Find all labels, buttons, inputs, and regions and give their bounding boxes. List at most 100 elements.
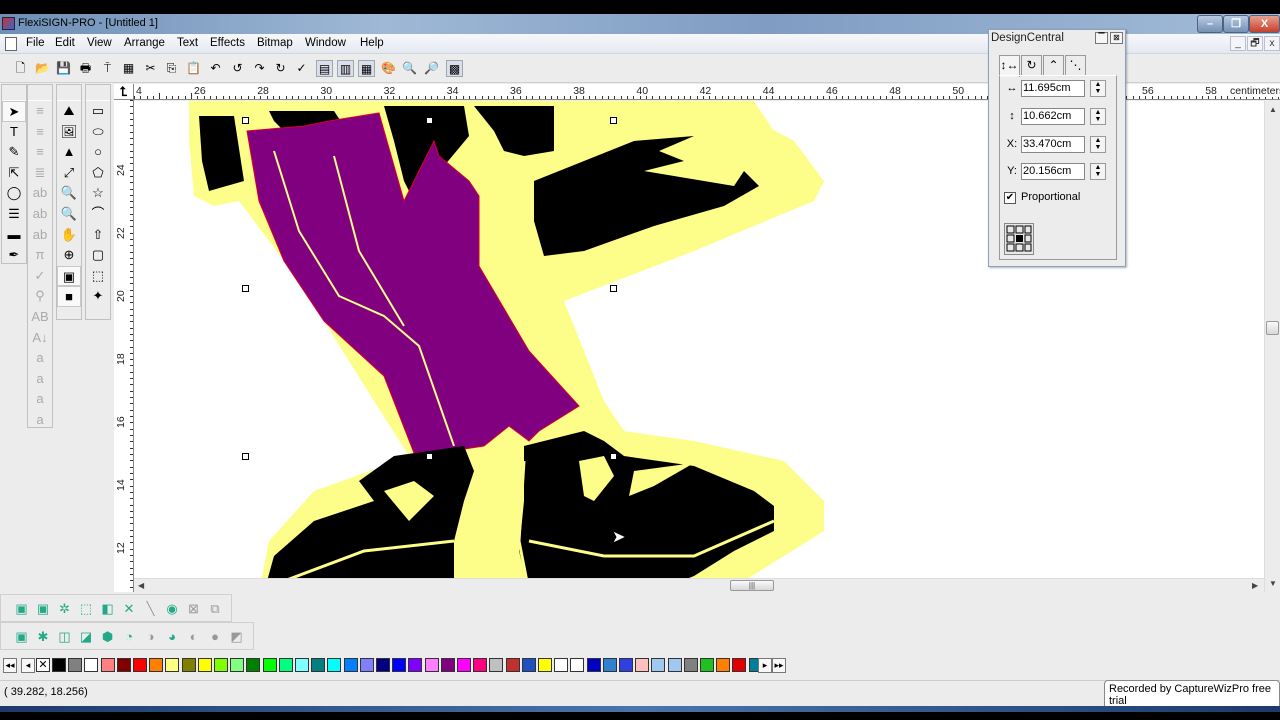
rip-print-icon[interactable]: ▦ (120, 60, 137, 77)
split-icon[interactable]: ◐ (185, 628, 202, 645)
spell-check-icon[interactable]: ✓ (293, 60, 310, 77)
overlap-icon[interactable]: ● (207, 628, 224, 645)
swatch-special[interactable] (667, 658, 682, 672)
swatch-color[interactable] (68, 658, 83, 672)
width-field[interactable]: 11.695cm (1021, 80, 1085, 97)
kerning-icon[interactable]: ab (28, 183, 52, 204)
polygon-icon[interactable]: ⬠ (86, 163, 110, 184)
swatch-special[interactable] (521, 658, 536, 672)
swatch-color[interactable] (457, 658, 471, 672)
palette-last-button[interactable]: ▸▸ (772, 658, 786, 673)
ellipse-icon[interactable]: ⬭ (86, 122, 110, 143)
text-ab-icon[interactable]: AB (28, 307, 52, 328)
menu-window[interactable]: Window (305, 37, 346, 49)
swatch-color[interactable] (262, 658, 277, 672)
maximize-button[interactable]: ❐ (1223, 15, 1249, 33)
circle-icon[interactable]: ○ (86, 142, 110, 163)
swatch-color[interactable] (473, 658, 488, 672)
ruler-origin-button[interactable]: ⮤ (114, 84, 134, 100)
align-left-icon[interactable]: ≡ (28, 101, 52, 122)
bitmap-small-icon[interactable]: ▲ (57, 142, 81, 163)
menu-effects[interactable]: Effects (210, 37, 245, 49)
text-spacing-icon[interactable]: ab (28, 225, 52, 246)
text-wrap-icon[interactable]: ab (28, 204, 52, 225)
scroll-up-arrow-icon[interactable]: ▲ (1269, 105, 1277, 114)
proportional-checkbox[interactable]: ✔ (1004, 192, 1016, 204)
menu-bitmap[interactable]: Bitmap (257, 37, 293, 49)
eyedropper-icon[interactable]: ✒ (2, 245, 26, 266)
exclude-icon[interactable]: ◪ (78, 628, 95, 645)
text-fx2-icon[interactable]: a (28, 369, 52, 390)
paste-icon[interactable]: 📋 (185, 60, 202, 77)
rounded-rect-icon[interactable]: ▢ (86, 245, 110, 266)
extrude-3d-icon[interactable]: ⬚ (78, 600, 95, 617)
scroll-down-arrow-icon[interactable]: ▼ (1269, 579, 1277, 588)
swatch-color[interactable] (424, 658, 439, 672)
undo-list-icon[interactable]: ↺ (229, 60, 246, 77)
menu-view[interactable]: View (87, 37, 112, 49)
selection-handle-s[interactable] (426, 453, 433, 460)
cut-icon[interactable]: ✂ (142, 60, 159, 77)
envelope-icon[interactable]: ⊠ (185, 600, 202, 617)
height-field[interactable]: 10.662cm (1021, 108, 1085, 125)
palette-prev-button[interactable]: ◂ (21, 658, 35, 673)
text-vertical-icon[interactable]: A↓ (28, 328, 52, 349)
swatch-color[interactable] (327, 658, 342, 672)
fill-stroke-icon[interactable]: ☰ (2, 204, 26, 225)
swatch-color[interactable] (100, 658, 115, 672)
front-minus-back-icon[interactable]: ◑ (142, 628, 159, 645)
horizontal-scroll-thumb[interactable]: ||| (730, 580, 774, 591)
tab-line[interactable]: ⋱ (1065, 55, 1086, 75)
zoom-tool-icon[interactable]: 🔎 (423, 60, 440, 77)
distort-icon[interactable]: ✕ (121, 600, 138, 617)
color-adjust-icon[interactable]: ▣ (57, 265, 81, 287)
arc-icon[interactable]: ⌒ (86, 204, 110, 225)
doc-restore-button[interactable]: 🗗 (1247, 36, 1263, 51)
pan-hand-icon[interactable]: ✋ (57, 225, 81, 246)
swatch-special[interactable] (700, 658, 714, 672)
swatch-special[interactable] (619, 658, 633, 672)
col4-grip[interactable] (86, 85, 110, 101)
redo-list-icon[interactable]: ↻ (272, 60, 289, 77)
menu-help[interactable]: Help (360, 37, 384, 49)
vertical-ruler[interactable]: 242220181614120 (114, 100, 134, 592)
y-position-field[interactable]: 20.156cm (1021, 163, 1085, 180)
undo-icon[interactable]: ↶ (207, 60, 224, 77)
text-tool-icon[interactable]: T (2, 122, 26, 143)
text-fx3-icon[interactable]: a (28, 389, 52, 410)
swatch-color[interactable] (197, 658, 212, 672)
document-icon[interactable] (5, 37, 17, 51)
copy-icon[interactable]: ⎘ (163, 60, 180, 77)
menu-edit[interactable]: Edit (55, 37, 75, 49)
reference-point-selector[interactable] (1004, 223, 1034, 255)
arrow-icon[interactable]: ⇧ (86, 225, 110, 246)
swatch-color[interactable] (278, 658, 293, 672)
fill-color-icon[interactable]: ■ (57, 286, 81, 307)
node-edit-icon[interactable]: ⇱ (2, 163, 26, 184)
height-spinner[interactable]: ▲ ▼ (1090, 108, 1106, 125)
lens-icon[interactable]: ◉ (164, 600, 181, 617)
selection-handle-n[interactable] (426, 117, 433, 124)
trace-tool-icon[interactable]: ✎ (2, 142, 26, 163)
shadow-icon[interactable]: ◧ (99, 600, 116, 617)
design-central-icon[interactable]: ▤ (316, 60, 333, 77)
swatch-color[interactable] (343, 658, 358, 672)
perspective-icon[interactable]: ⧉ (207, 600, 224, 617)
y-spinner[interactable]: ▲ ▼ (1090, 163, 1106, 180)
tab-node[interactable]: ⌃ (1043, 55, 1064, 75)
palette-first-button[interactable]: ◂◂ (3, 658, 17, 673)
vertical-scroll-thumb[interactable] (1266, 321, 1279, 335)
col1-grip[interactable] (2, 85, 26, 101)
menu-text[interactable]: Text (177, 37, 198, 49)
x-position-field[interactable]: 33.470cm (1021, 136, 1085, 153)
swatch-none[interactable]: ✕ (36, 658, 50, 672)
text-fx1-icon[interactable]: a (28, 348, 52, 369)
print-icon[interactable]: 🖶 (77, 60, 94, 77)
tab-rotate[interactable]: ↻ (1021, 55, 1042, 75)
swatch-special[interactable] (554, 658, 569, 672)
design-central-close-button[interactable]: ⊠ (1110, 32, 1123, 44)
new-file-icon[interactable]: 🗋 (12, 60, 29, 77)
trim-icon[interactable]: ◔ (121, 628, 138, 645)
minimize-button[interactable]: – (1197, 15, 1223, 33)
swatch-color[interactable] (133, 658, 147, 672)
